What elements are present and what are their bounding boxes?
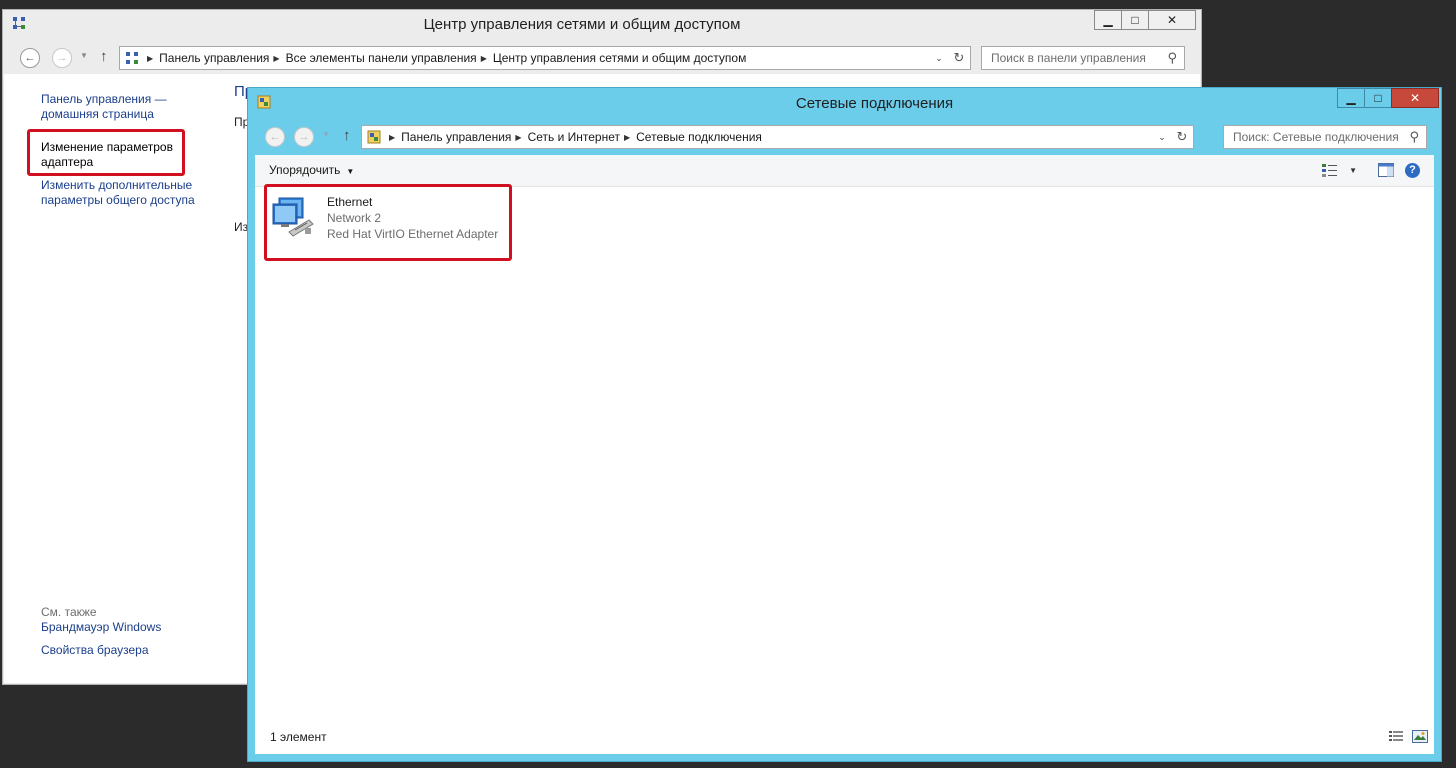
- breadcrumb-separator[interactable]: ▶: [389, 133, 395, 142]
- address-bar[interactable]: ▶ Панель управления ▶ Сеть и Интернет ▶ …: [361, 125, 1194, 149]
- front-content-area: Упорядочить ▼ ▼ ? Ethernet Network 2 Red…: [255, 155, 1434, 754]
- network-center-icon: [126, 52, 138, 64]
- link-line: домашняя страница: [41, 107, 154, 121]
- large-icons-view-icon[interactable]: [1412, 730, 1428, 743]
- highlight-box-adapter-link: [27, 129, 185, 176]
- view-options-icon[interactable]: [1321, 162, 1339, 178]
- front-titlebar[interactable]: Сетевые подключения ▁ □ ✕: [248, 88, 1441, 118]
- link-line: Изменить дополнительные: [41, 178, 193, 192]
- history-dropdown-icon[interactable]: ▼: [322, 130, 330, 139]
- breadcrumb-separator[interactable]: ▶: [624, 133, 630, 142]
- minimize-button[interactable]: ▁: [1094, 10, 1122, 30]
- link-line: параметры общего доступа: [41, 193, 195, 207]
- breadcrumb-item[interactable]: Сеть и Интернет: [528, 130, 620, 144]
- back-icon[interactable]: ←: [20, 48, 40, 68]
- back-navigation-bar: ← → ▼ ↑ ▶ Панель управления ▶ Все элемен…: [9, 42, 1195, 74]
- maximize-button[interactable]: □: [1121, 10, 1149, 30]
- search-icon[interactable]: ⚲: [1167, 50, 1177, 66]
- front-navigation-bar: ← → ▼ ↑ ▶ Панель управления ▶ Сеть и Инт…: [254, 121, 1435, 153]
- address-dropdown-icon[interactable]: ⌄: [1153, 132, 1171, 143]
- windows-firewall-link[interactable]: Брандмауэр Windows: [41, 620, 161, 635]
- organize-label: Упорядочить: [269, 163, 341, 177]
- history-dropdown-icon[interactable]: ▼: [80, 51, 88, 60]
- breadcrumb-separator[interactable]: ▶: [515, 133, 521, 142]
- link-line: Панель управления —: [41, 92, 167, 106]
- close-button[interactable]: ✕: [1391, 88, 1439, 108]
- breadcrumb-item[interactable]: Панель управления: [159, 51, 269, 65]
- address-dropdown-icon[interactable]: ⌄: [930, 53, 948, 64]
- organize-menu[interactable]: Упорядочить ▼: [269, 163, 354, 177]
- close-button[interactable]: ✕: [1148, 10, 1196, 30]
- browser-properties-link[interactable]: Свойства браузера: [41, 643, 149, 658]
- refresh-icon[interactable]: ↻: [948, 50, 970, 66]
- breadcrumb-item[interactable]: Все элементы панели управления: [286, 51, 477, 65]
- chevron-down-icon: ▼: [346, 167, 355, 176]
- control-panel-home-link[interactable]: Панель управления — домашняя страница: [41, 92, 167, 122]
- breadcrumb-separator[interactable]: ▶: [147, 54, 153, 63]
- status-item-count: 1 элемент: [270, 730, 327, 744]
- refresh-icon[interactable]: ↻: [1171, 129, 1193, 145]
- back-titlebar[interactable]: Центр управления сетями и общим доступом…: [3, 10, 1201, 38]
- up-arrow-icon[interactable]: ↑: [100, 48, 108, 65]
- address-bar[interactable]: ▶ Панель управления ▶ Все элементы панел…: [119, 46, 971, 70]
- breadcrumb-separator[interactable]: ▶: [273, 54, 279, 63]
- front-caption-buttons: ▁ □ ✕: [1337, 88, 1439, 108]
- view-dropdown-icon[interactable]: ▼: [1349, 166, 1357, 175]
- breadcrumb-item[interactable]: Сетевые подключения: [636, 130, 762, 144]
- network-connections-window: Сетевые подключения ▁ □ ✕ ← → ▼ ↑ ▶ Пане…: [247, 87, 1442, 762]
- see-also-heading: См. также: [41, 605, 97, 619]
- back-window-title: Центр управления сетями и общим доступом: [423, 16, 741, 33]
- up-arrow-icon[interactable]: ↑: [343, 127, 351, 144]
- network-connections-icon: [367, 130, 381, 144]
- command-bar: Упорядочить ▼ ▼ ?: [255, 155, 1434, 187]
- maximize-button[interactable]: □: [1364, 88, 1392, 108]
- help-icon[interactable]: ?: [1405, 162, 1420, 178]
- details-view-icon[interactable]: [1388, 730, 1404, 743]
- breadcrumb-item[interactable]: Панель управления: [401, 130, 511, 144]
- command-bar-icons: ▼ ?: [1321, 162, 1420, 178]
- status-view-icons: [1388, 730, 1428, 743]
- forward-icon[interactable]: →: [294, 127, 314, 147]
- back-caption-buttons: ▁ □ ✕: [1094, 10, 1196, 30]
- minimize-button[interactable]: ▁: [1337, 88, 1365, 108]
- search-icon[interactable]: ⚲: [1409, 129, 1419, 145]
- search-placeholder: Поиск: Сетевые подключения: [1233, 130, 1399, 144]
- highlight-box-ethernet: [264, 184, 512, 261]
- breadcrumb-separator[interactable]: ▶: [481, 54, 487, 63]
- preview-pane-icon[interactable]: [1377, 162, 1395, 178]
- front-window-title: Сетевые подключения: [795, 95, 954, 112]
- advanced-sharing-settings-link[interactable]: Изменить дополнительные параметры общего…: [41, 178, 195, 208]
- search-input[interactable]: Поиск в панели управления ⚲: [981, 46, 1185, 70]
- search-input[interactable]: Поиск: Сетевые подключения ⚲: [1223, 125, 1427, 149]
- breadcrumb-item[interactable]: Центр управления сетями и общим доступом: [493, 51, 747, 65]
- search-placeholder: Поиск в панели управления: [991, 51, 1146, 65]
- back-icon[interactable]: ←: [265, 127, 285, 147]
- forward-icon[interactable]: →: [52, 48, 72, 68]
